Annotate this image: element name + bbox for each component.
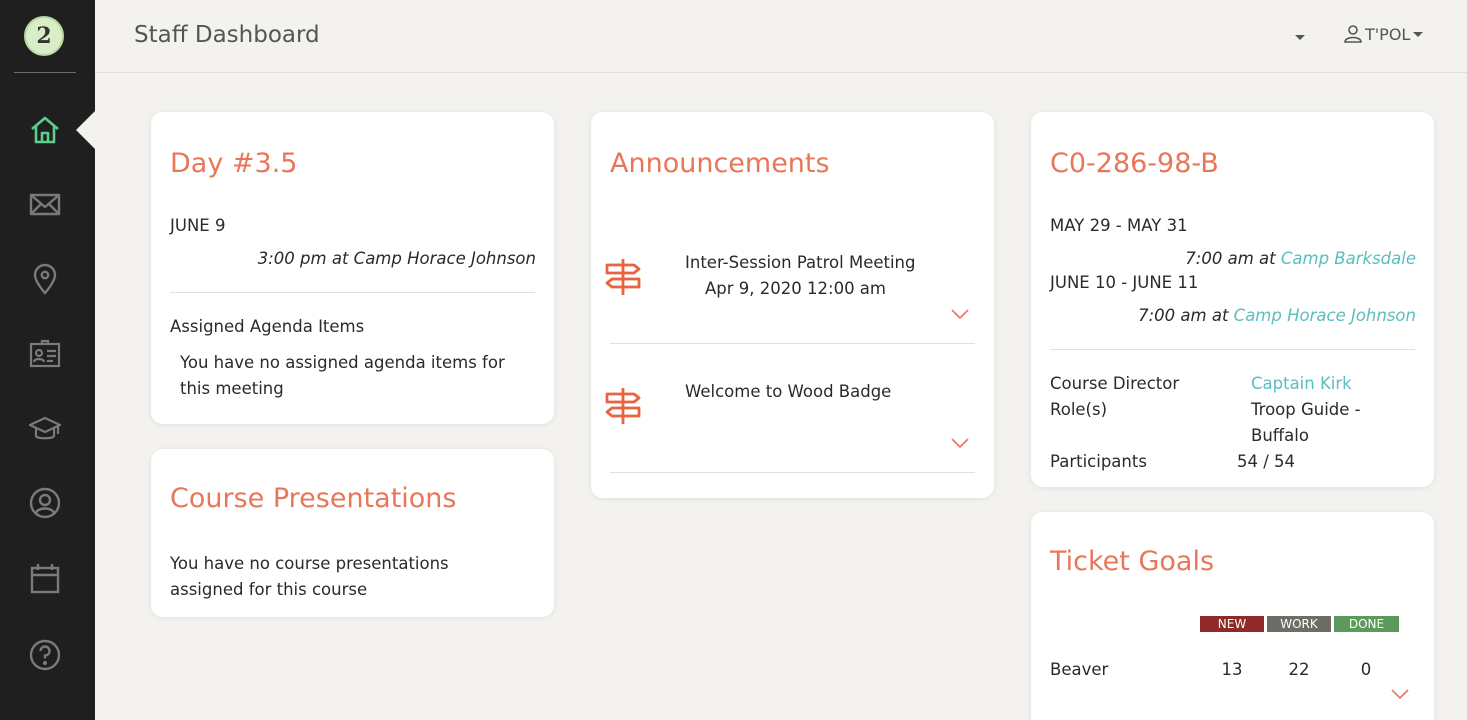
ticket-row-name: Beaver [1050,660,1109,679]
session-location-link[interactable]: Camp Horace Johnson [1234,306,1416,325]
help-icon [29,639,61,671]
ticket-row-done: 0 [1360,660,1372,679]
active-nav-pointer [76,111,95,149]
ticket-col-new: NEW [1200,616,1264,632]
user-menu[interactable]: T'POL [1343,24,1424,44]
ticket-col-done: DONE [1334,616,1399,632]
user-icon [1344,25,1362,43]
announcement-date: Apr 9, 2020 12:00 am [705,279,886,298]
ticket-goals-title: Ticket Goals [1050,546,1215,577]
course-code: C0-286-98-B [1050,148,1219,179]
envelope-icon [29,193,61,216]
sidebar-item-profile[interactable] [25,483,65,523]
sidebar-item-calendar[interactable] [25,558,65,598]
sidebar-item-home[interactable] [25,110,65,150]
presentations-empty-line1: You have no course presentations [170,554,449,573]
session-time-location: 7:00 am at Camp Barksdale [1185,249,1416,268]
agenda-heading: Assigned Agenda Items [170,317,365,336]
divider [1050,349,1415,350]
announcement-title: Welcome to Wood Badge [685,382,892,401]
day-date: JUNE 9 [170,216,226,235]
sidebar-item-locations[interactable] [25,259,65,299]
chevron-down-icon [1413,31,1424,37]
user-circle-icon [29,487,61,519]
presentations-card: Course Presentations You have no course … [151,449,554,617]
day-title: Day #3.5 [170,148,298,179]
director-link[interactable]: Captain Kirk [1251,374,1352,393]
home-icon [31,116,59,144]
sidebar-item-courses[interactable] [25,409,65,449]
session-at: at [1259,249,1276,268]
logo[interactable]: 2 [24,16,64,56]
id-card-icon [29,339,61,368]
ticket-goals-card: Ticket Goals NEW WORK DONE Beaver 13 22 … [1031,512,1434,720]
day-at: at [331,249,349,268]
sidebar-item-help[interactable] [25,635,65,675]
sidebar-item-roster[interactable] [25,334,65,374]
top-dropdown[interactable] [1295,27,1305,46]
logo-text: 2 [36,23,52,49]
chevron-down-icon [1295,35,1305,40]
session-time: 7:00 am [1185,249,1254,268]
session-dates: JUNE 10 - JUNE 11 [1050,273,1199,292]
session-time-location: 7:00 am at Camp Horace Johnson [1138,306,1416,325]
user-name: T'POL [1365,24,1411,44]
sidebar-divider [14,72,76,73]
graduation-cap-icon [28,416,62,440]
announcement-title: Inter-Session Patrol Meeting [685,253,916,272]
chevron-down-icon[interactable] [951,309,969,319]
page-title: Staff Dashboard [134,22,320,48]
roles-line2: Buffalo [1251,426,1309,445]
sidebar-item-messages[interactable] [25,184,65,224]
agenda-empty-line1: You have no assigned agenda items for [180,353,505,372]
session-at: at [1211,306,1229,325]
topbar: Staff Dashboard T'POL [95,0,1467,73]
roles-label: Role(s) [1050,400,1108,419]
session-dates: MAY 29 - MAY 31 [1050,216,1188,235]
day-time: 3:00 pm [257,249,327,268]
course-card: C0-286-98-B MAY 29 - MAY 31 7:00 am at C… [1031,112,1434,487]
director-label: Course Director [1050,374,1180,393]
divider [610,343,975,344]
session-time: 7:00 am [1138,306,1207,325]
chevron-down-icon[interactable] [1391,689,1409,699]
presentations-title: Course Presentations [170,483,457,514]
signpost-icon [605,388,641,424]
roles-line1: Troop Guide - [1251,400,1361,419]
presentations-empty-line2: assigned for this course [170,580,368,599]
day-location: Camp Horace Johnson [353,249,536,268]
agenda-empty-line2: this meeting [180,379,284,398]
day-card: Day #3.5 JUNE 9 3:00 pm at Camp Horace J… [151,112,554,424]
participants-count: 54 / 54 [1237,452,1296,471]
ticket-row-work: 22 [1288,660,1310,679]
sidebar: 2 [0,0,95,720]
divider [610,472,975,473]
calendar-icon [30,564,60,594]
signpost-icon [605,259,641,295]
day-time-location: 3:00 pm at Camp Horace Johnson [258,249,536,268]
announcements-card: Announcements Inter-Session Patrol Meeti… [591,112,994,498]
map-pin-icon [33,263,57,295]
divider [170,292,535,293]
session-location-link[interactable]: Camp Barksdale [1281,249,1416,268]
ticket-row-new: 13 [1221,660,1243,679]
chevron-down-icon[interactable] [951,438,969,448]
participants-label: Participants [1050,452,1147,471]
announcements-title: Announcements [610,148,830,179]
ticket-col-work: WORK [1267,616,1331,632]
